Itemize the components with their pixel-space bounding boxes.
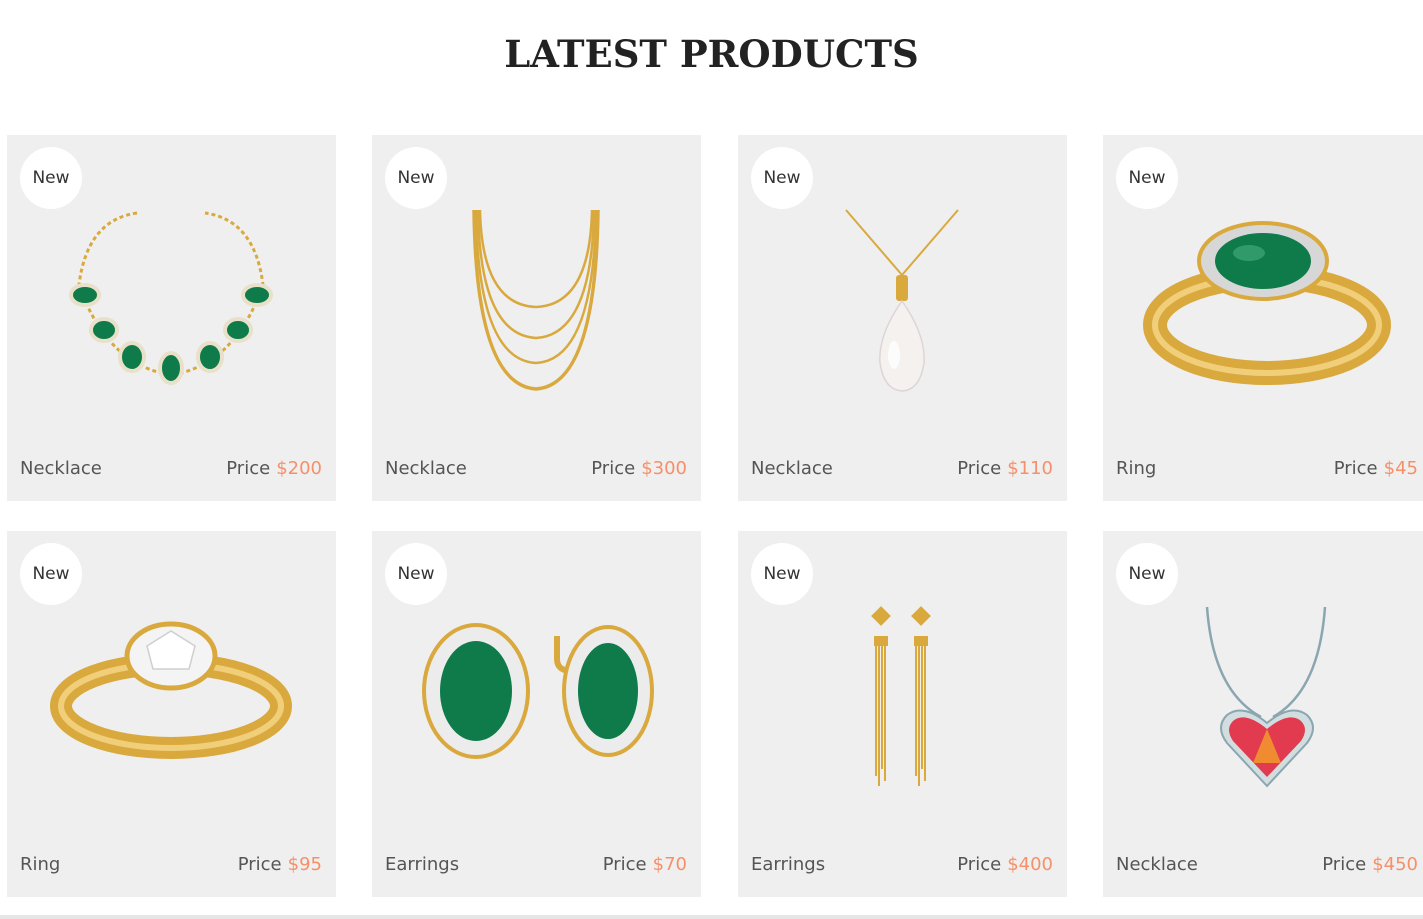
price-label: Price	[957, 854, 1002, 875]
product-card[interactable]: New Earrings Price $400	[738, 531, 1067, 897]
product-price: Price $300	[591, 458, 687, 479]
product-price: Price $450	[1322, 854, 1418, 875]
product-price: Price $110	[957, 458, 1053, 479]
new-badge: New	[385, 543, 447, 605]
product-card[interactable]: New Earrings Price $70	[372, 531, 701, 897]
product-price: Price $70	[603, 854, 687, 875]
price-amount: $110	[1007, 458, 1053, 479]
product-grid: New Necklace Price $200 New Necklace Pric…	[0, 0, 1423, 919]
product-name: Necklace	[751, 458, 833, 479]
product-name: Earrings	[385, 854, 460, 875]
price-amount: $95	[287, 854, 322, 875]
new-badge: New	[751, 147, 813, 209]
new-badge: New	[20, 147, 82, 209]
new-badge: New	[1116, 147, 1178, 209]
product-card[interactable]: New Necklace Price $300	[372, 135, 701, 501]
product-name: Necklace	[385, 458, 467, 479]
price-label: Price	[591, 458, 636, 479]
price-label: Price	[1322, 854, 1367, 875]
product-card[interactable]: New Necklace Price $200	[7, 135, 336, 501]
product-name: Necklace	[1116, 854, 1198, 875]
product-name: Ring	[20, 854, 61, 875]
product-card[interactable]: New Ring Price $45	[1103, 135, 1423, 501]
bottom-divider	[0, 915, 1423, 919]
price-amount: $450	[1372, 854, 1418, 875]
price-label: Price	[226, 458, 271, 479]
price-label: Price	[1333, 458, 1378, 479]
new-badge: New	[20, 543, 82, 605]
product-price: Price $45	[1334, 458, 1418, 479]
product-price: Price $200	[226, 458, 322, 479]
new-badge: New	[1116, 543, 1178, 605]
new-badge: New	[751, 543, 813, 605]
price-amount: $400	[1007, 854, 1053, 875]
price-label: Price	[237, 854, 282, 875]
price-amount: $45	[1383, 458, 1418, 479]
price-label: Price	[602, 854, 647, 875]
price-label: Price	[957, 458, 1002, 479]
product-card[interactable]: New Necklace Price $110	[738, 135, 1067, 501]
price-amount: $300	[641, 458, 687, 479]
product-name: Necklace	[20, 458, 102, 479]
price-amount: $70	[652, 854, 687, 875]
new-badge: New	[385, 147, 447, 209]
product-card[interactable]: New Ring Price $95	[7, 531, 336, 897]
product-card[interactable]: New Necklace Price $450	[1103, 531, 1423, 897]
product-name: Earrings	[751, 854, 826, 875]
price-amount: $200	[276, 458, 322, 479]
product-name: Ring	[1116, 458, 1157, 479]
product-price: Price $400	[957, 854, 1053, 875]
product-price: Price $95	[238, 854, 322, 875]
